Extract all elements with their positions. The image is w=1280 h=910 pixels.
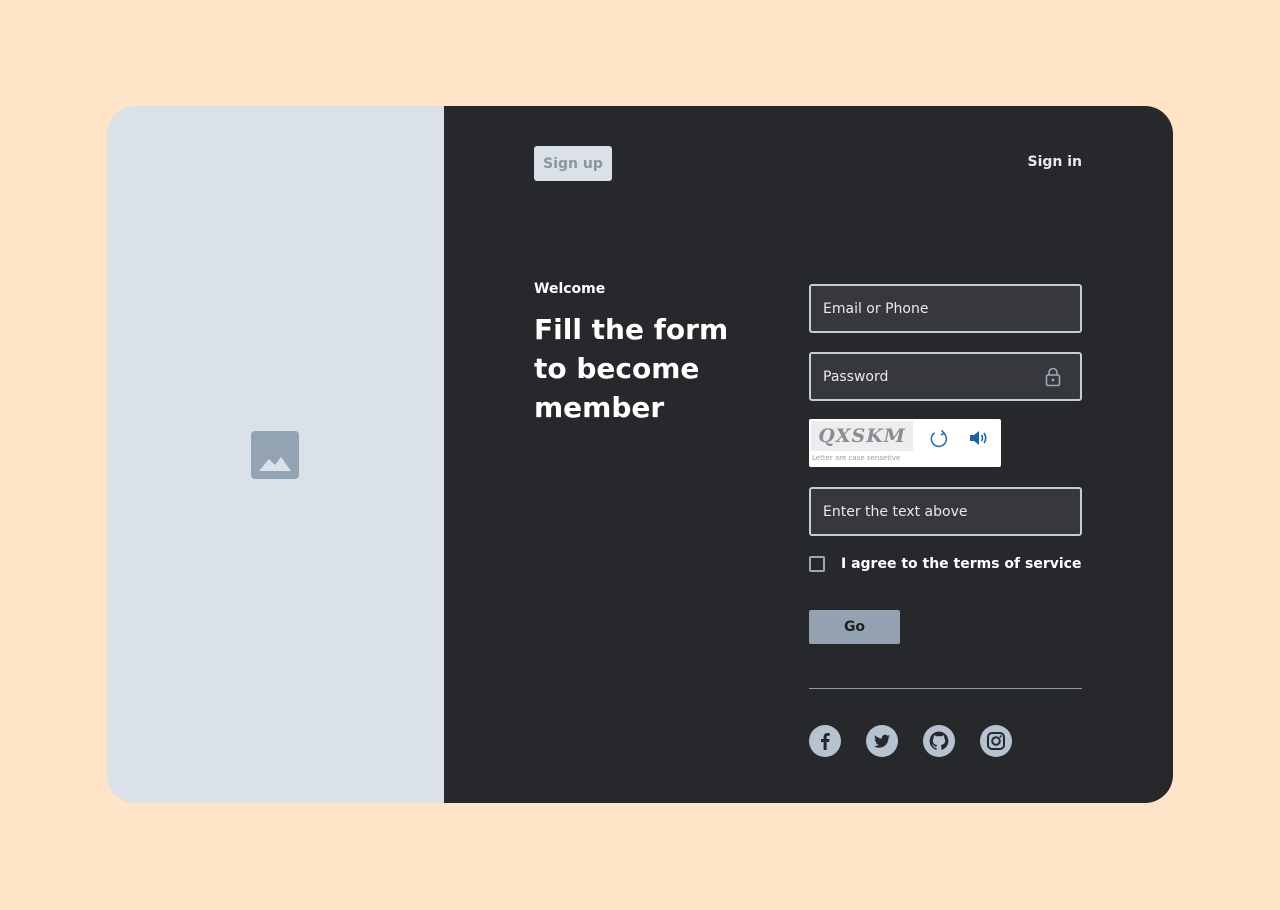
captcha-widget: QXSKM Letter are case sensetive — [809, 419, 1001, 467]
page-title: Fill the form to become member — [534, 313, 729, 424]
terms-checkbox[interactable] — [809, 556, 825, 572]
audio-icon[interactable] — [968, 428, 990, 448]
captcha-hint: Letter are case sensetive — [812, 454, 901, 462]
email-input[interactable] — [823, 286, 1080, 331]
refresh-icon[interactable] — [928, 428, 950, 450]
lock-icon — [1044, 366, 1062, 388]
twitter-icon[interactable] — [866, 725, 898, 757]
form-panel: Sign up Sign in Welcome Fill the form to… — [444, 106, 1173, 803]
captcha-answer-field — [809, 487, 1082, 536]
captcha-image: QXSKM — [811, 421, 913, 451]
email-field — [809, 284, 1082, 333]
terms-row: I agree to the terms of service — [809, 556, 1081, 572]
facebook-icon[interactable] — [809, 725, 841, 757]
password-input[interactable] — [823, 354, 1044, 399]
terms-label[interactable]: I agree to the terms of service — [841, 556, 1081, 572]
signup-button[interactable]: Sign up — [534, 146, 612, 181]
signin-link[interactable]: Sign in — [1027, 154, 1082, 170]
image-panel — [107, 106, 444, 803]
welcome-text: Welcome — [534, 281, 606, 297]
instagram-icon[interactable] — [980, 725, 1012, 757]
image-placeholder-icon — [251, 431, 299, 479]
captcha-answer-input[interactable] — [823, 489, 1080, 534]
github-icon[interactable] — [923, 725, 955, 757]
signup-card: Sign up Sign in Welcome Fill the form to… — [107, 106, 1173, 803]
divider — [809, 688, 1082, 689]
password-field — [809, 352, 1082, 401]
go-button[interactable]: Go — [809, 610, 900, 644]
